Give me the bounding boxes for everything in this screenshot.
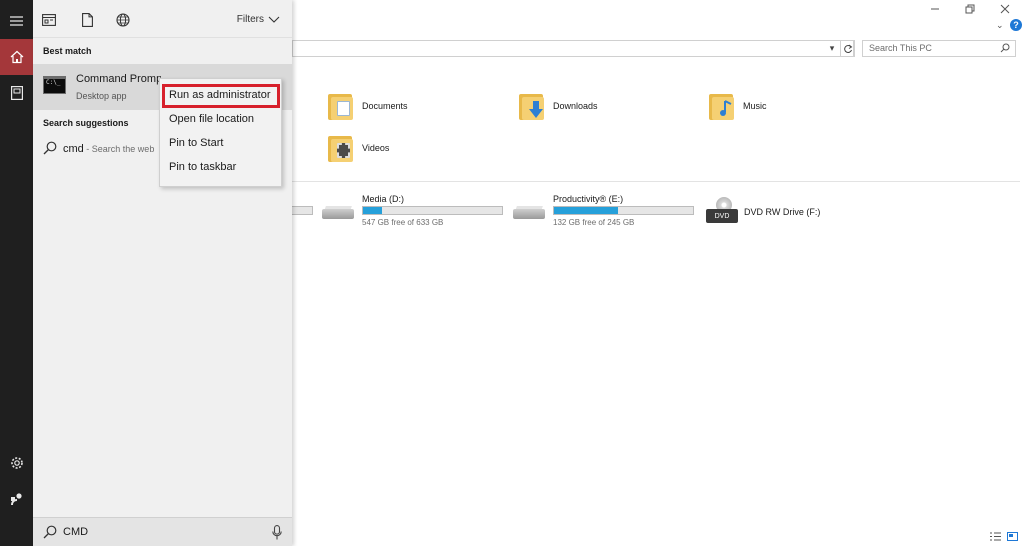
search-suggestions-heading: Search suggestions (43, 118, 129, 128)
search-filter-bar: Filters (33, 0, 292, 38)
search-query-text: CMD (63, 526, 89, 538)
command-prompt-icon: C:\_ (43, 76, 66, 94)
close-button[interactable] (988, 0, 1022, 18)
folder-label: Documents (362, 101, 408, 111)
search-icon (43, 525, 57, 539)
hard-drive-icon (513, 206, 547, 220)
section-divider (292, 181, 1020, 182)
drive-usage-fill (554, 207, 618, 214)
start-nav-strip (0, 0, 33, 546)
filters-dropdown[interactable]: Filters (237, 14, 280, 25)
start-search-input[interactable]: CMD (33, 517, 292, 546)
open-file-location-item[interactable]: Open file location (160, 108, 281, 132)
search-icon (1000, 43, 1010, 53)
ribbon-expand-chevron-icon[interactable]: ⌄ (996, 20, 1004, 31)
pin-to-start-item[interactable]: Pin to Start (160, 132, 281, 156)
feedback-icon (10, 493, 22, 506)
folder-videos[interactable]: Videos (328, 128, 389, 168)
dvd-drive-icon: DVD (706, 209, 738, 223)
microphone-icon[interactable] (272, 525, 282, 540)
home-icon (10, 50, 23, 64)
web-filter-button[interactable] (115, 12, 131, 28)
gear-icon (10, 457, 23, 469)
nav-feedback-button[interactable] (0, 481, 33, 517)
best-match-subtitle: Desktop app (76, 91, 127, 101)
drive-productivity[interactable]: Productivity® (E:) 132 GB free of 245 GB (513, 194, 703, 228)
drive-name: Productivity® (E:) (553, 194, 624, 204)
drive-usage-bar (553, 206, 694, 215)
notebook-icon (10, 86, 23, 100)
details-view-icon[interactable] (990, 532, 1001, 541)
apps-icon (42, 14, 56, 26)
folder-downloads[interactable]: Downloads (519, 86, 598, 126)
drive-usage-bar (362, 206, 503, 215)
partial-drive-usage-bar (292, 206, 313, 215)
large-icons-view-icon[interactable] (1007, 532, 1018, 541)
music-folder-icon (709, 91, 735, 121)
view-toggle (990, 532, 1018, 541)
suggestion-text: cmd - Search the web (63, 143, 154, 155)
refresh-icon (843, 44, 852, 53)
minimize-button[interactable] (918, 0, 952, 18)
search-this-pc-placeholder: Search This PC (869, 43, 932, 53)
filters-label: Filters (236, 14, 264, 25)
apps-filter-button[interactable] (41, 12, 57, 28)
drive-name: DVD RW Drive (F:) (744, 207, 821, 217)
suggestion-subtitle: - Search the web (83, 144, 155, 154)
videos-folder-icon (328, 133, 354, 163)
folder-documents[interactable]: Documents (328, 86, 408, 126)
minimize-icon (931, 8, 939, 10)
drive-free-space: 132 GB free of 245 GB (553, 218, 635, 227)
drive-media[interactable]: Media (D:) 547 GB free of 633 GB (322, 194, 512, 228)
context-menu: Run as administrator Open file location … (159, 78, 282, 187)
document-icon (81, 13, 93, 27)
documents-filter-button[interactable] (79, 12, 95, 28)
globe-icon (116, 13, 130, 27)
help-icon[interactable]: ? (1010, 19, 1022, 31)
drive-free-space: 547 GB free of 633 GB (362, 218, 444, 227)
best-match-title: Command Prompt (76, 73, 161, 85)
hard-drive-icon (322, 206, 356, 220)
hamburger-menu-icon (10, 16, 23, 26)
address-bar[interactable] (292, 40, 854, 57)
folder-label: Downloads (553, 101, 598, 111)
best-match-heading: Best match (43, 46, 92, 56)
search-this-pc-input[interactable]: Search This PC (862, 40, 1016, 57)
pin-to-taskbar-item[interactable]: Pin to taskbar (160, 156, 281, 180)
close-icon (1000, 4, 1010, 14)
suggestion-query: cmd (63, 143, 84, 155)
chevron-down-icon (268, 16, 280, 23)
downloads-folder-icon (519, 91, 545, 121)
drive-name: Media (D:) (362, 194, 405, 204)
restore-icon (965, 4, 975, 14)
nav-notebook-button[interactable] (0, 75, 33, 111)
search-icon (43, 141, 57, 155)
run-as-administrator-item[interactable]: Run as administrator (162, 84, 280, 108)
address-dropdown-icon[interactable]: ▾ (826, 41, 838, 56)
nav-settings-button[interactable] (0, 445, 33, 481)
restore-button[interactable] (953, 0, 987, 18)
folder-label: Videos (362, 143, 390, 153)
drive-usage-fill (363, 207, 383, 214)
documents-folder-icon (328, 91, 354, 121)
refresh-button[interactable] (840, 40, 855, 57)
folder-label: Music (743, 101, 767, 111)
nav-home-button[interactable] (0, 39, 33, 75)
folder-music[interactable]: Music (709, 86, 767, 126)
expand-menu-button[interactable] (0, 3, 33, 39)
